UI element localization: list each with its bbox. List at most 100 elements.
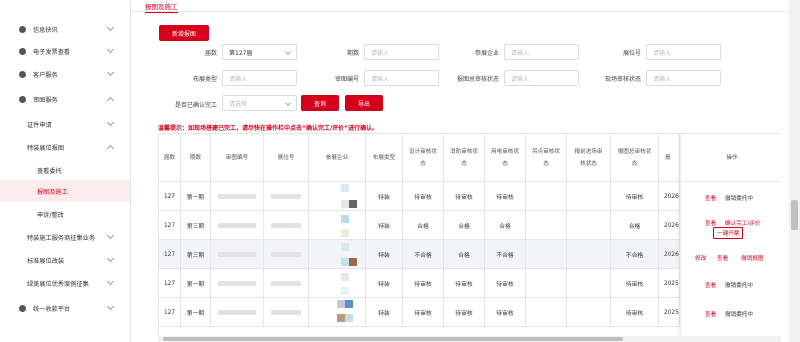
chevron-down-icon (106, 23, 115, 32)
confirm-done-select[interactable]: 请选择 (222, 95, 297, 111)
tab-drawing-construction[interactable]: 报图及施工 (145, 1, 178, 13)
cell-booth-no-redacted (264, 298, 309, 327)
cell-pre (567, 240, 611, 269)
sidebar-item-drawing-construction[interactable]: 报图及施工 (0, 180, 130, 202)
warning-text: 温馨提示：如现场搭建已完工，请尽快在操作栏中点击“确认完工/评价”进行确认。 (158, 125, 379, 132)
cell-session: 127 (159, 240, 181, 269)
filter-site-status-label: 现场审核状态 (604, 76, 641, 83)
cell-hang (526, 269, 567, 298)
session-select[interactable]: 第127届 (222, 44, 297, 60)
sidebar-item-label: 标准展位改装 (27, 257, 65, 265)
redaction (341, 258, 349, 266)
vertical-scrollbar[interactable] (789, 0, 800, 342)
sidebar-item-special-booth[interactable]: 特装展位报图 (0, 136, 130, 158)
revoke-delegation-link[interactable]: 撤销委托中 (725, 194, 753, 202)
cell-design: 待审核 (403, 182, 444, 211)
revoke-delegation-link[interactable]: 撤销委托中 (725, 310, 753, 318)
cell-total: 不合格 (611, 240, 659, 269)
sidebar: 信息快讯 电子发票查看 客户服务 审图服务 证件申请 特装展位报图 查看委托 报… (0, 0, 131, 342)
cell-total: 合格 (611, 211, 659, 240)
sidebar-item-news[interactable]: 信息快讯 (0, 18, 130, 40)
cell-booth-no-redacted (264, 240, 309, 269)
sidebar-item-label: 特装施工服务商征集业务 (27, 234, 96, 242)
sidebar-item-certificate[interactable]: 证件申请 (0, 113, 130, 135)
view-link[interactable]: 查看 (705, 310, 716, 318)
chevron-down-icon (106, 118, 115, 127)
sidebar-item-contractor[interactable]: 特装施工服务商征集业务 (0, 226, 130, 248)
sidebar-item-label: 客户服务 (33, 71, 58, 79)
table-header: 报 (659, 134, 680, 182)
operations-column: 操作 查看 撤销委托中 查看 确认完工/评价 一键开票 修改 查看 撤销报图 查… (680, 134, 781, 342)
sidebar-item-green-booth[interactable]: 绿美展位优秀案例征集 (0, 272, 130, 294)
redaction (349, 200, 357, 208)
booth-type-input[interactable]: 请输入 (222, 70, 297, 86)
cell-total: 待审核 (611, 298, 659, 327)
exhibitor-input[interactable]: 请输入 (504, 44, 579, 60)
redaction (337, 314, 345, 322)
chevron-down-icon (106, 45, 115, 54)
sidebar-item-label: 统一收款平台 (33, 305, 71, 313)
review-status-input[interactable]: 请输入 (504, 70, 579, 86)
redaction (271, 194, 301, 199)
cell-power: 待审核 (485, 269, 526, 298)
cell-phase: 第一期 (181, 182, 211, 211)
chevron-down-icon (106, 277, 115, 286)
scrollbar-thumb[interactable] (163, 337, 623, 341)
review-no-input[interactable]: 请输入 (364, 70, 439, 86)
site-status-input[interactable]: 请输入 (646, 70, 721, 86)
sidebar-item-view-delegation[interactable]: 查看委托 (0, 159, 130, 181)
cell-type: 特装 (366, 182, 403, 211)
redaction (341, 184, 349, 192)
phase-input[interactable]: 请输入 (364, 44, 439, 60)
cell-date: 2026-0 (659, 240, 680, 269)
cell-phase: 第三期 (181, 240, 211, 269)
sidebar-item-customer[interactable]: 客户服务 (0, 63, 130, 85)
info-icon (19, 95, 26, 103)
redaction (349, 258, 357, 266)
cell-review-no-redacted (211, 298, 264, 327)
cell-exhibitor-redacted (309, 182, 366, 211)
confirm-complete-link[interactable]: 确认完工/评价 (725, 219, 760, 227)
cell-phase: 第三期 (181, 211, 211, 240)
cell-pre (567, 182, 611, 211)
cell-design: 待审核 (403, 298, 444, 327)
sidebar-item-appeal[interactable]: 申诉/整改 (0, 203, 130, 225)
query-button[interactable]: 查询 (301, 95, 339, 111)
one-click-invoice-button[interactable]: 一键开票 (713, 227, 744, 239)
cell-fire: 待审核 (444, 298, 485, 327)
view-link[interactable]: 查看 (705, 194, 716, 202)
cell-session: 127 (159, 298, 181, 327)
session-select-value: 第127届 (229, 49, 253, 57)
view-link[interactable]: 查看 (705, 219, 716, 227)
redaction (271, 252, 301, 257)
sidebar-item-standard-booth[interactable]: 标准展位改装 (0, 249, 130, 271)
revoke-drawing-link[interactable]: 撤销报图 (741, 254, 763, 262)
view-link[interactable]: 查看 (717, 254, 728, 262)
edit-link[interactable]: 修改 (695, 254, 706, 262)
revoke-delegation-link[interactable]: 撤销委托中 (725, 281, 753, 289)
sidebar-item-payment[interactable]: 统一收款平台 (0, 297, 130, 319)
table-header: 吊点审核状态 (526, 134, 567, 182)
redaction (271, 310, 301, 315)
redaction (345, 300, 353, 308)
cell-design: 合格 (403, 211, 444, 240)
view-link[interactable]: 查看 (705, 281, 716, 289)
cell-date: 2025-1 (659, 298, 680, 327)
table-header: 审图编号 (211, 134, 264, 182)
main-content: 报图及施工 新增报图 届数 第127届 期数 请输入 参展企业 请输入 展位号 … (131, 0, 789, 342)
redaction (341, 215, 349, 223)
export-button[interactable]: 导出 (345, 95, 383, 111)
sidebar-item-review[interactable]: 审图服务 (0, 88, 130, 110)
filter-session-label: 届数 (204, 50, 217, 57)
cell-pre (567, 211, 611, 240)
scrollbar-thumb[interactable] (791, 200, 798, 230)
sidebar-item-label: 申诉/整改 (37, 211, 64, 219)
new-drawing-button[interactable]: 新增报图 (159, 25, 209, 41)
chevron-down-icon (106, 68, 115, 77)
horizontal-scrollbar[interactable] (158, 336, 781, 342)
sidebar-item-label: 审图服务 (33, 96, 58, 104)
booth-no-input[interactable]: 请输入 (646, 44, 721, 60)
sidebar-item-label: 电子发票查看 (33, 48, 71, 56)
sidebar-item-invoice[interactable]: 电子发票查看 (0, 40, 130, 62)
cell-hang (526, 211, 567, 240)
